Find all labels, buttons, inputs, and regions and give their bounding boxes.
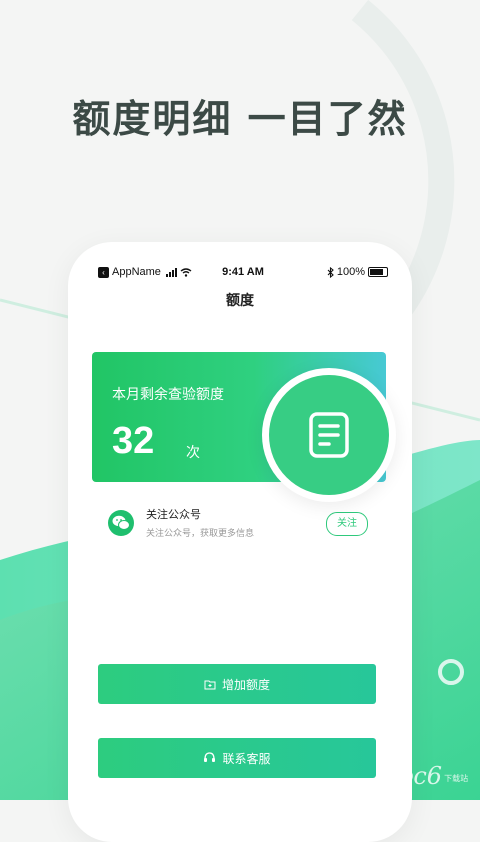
page-headline: 额度明细 一目了然 bbox=[72, 97, 408, 141]
contact-service-button[interactable]: 联系客服 bbox=[98, 738, 376, 778]
bluetooth-icon bbox=[327, 266, 334, 278]
follow-button[interactable]: 关注 bbox=[326, 512, 368, 536]
status-bar: ‹ AppName 9:41 AM 100% bbox=[98, 264, 388, 284]
follow-title: 关注公众号 bbox=[146, 508, 201, 521]
contact-service-label: 联系客服 bbox=[222, 751, 271, 766]
add-quota-button[interactable]: 增加额度 bbox=[98, 664, 376, 704]
quota-count: 32 bbox=[112, 420, 155, 462]
watermark-main: pc6 bbox=[398, 762, 443, 790]
battery-percent: 100% bbox=[336, 266, 365, 278]
follow-official-account-row: 关注公众号 关注公众号，获取更多信息 关注 bbox=[108, 504, 368, 544]
phone-mockup: ‹ AppName 9:41 AM 100% 额度 本月剩余查验额度 32 次 … bbox=[68, 242, 412, 842]
document-badge bbox=[262, 368, 396, 502]
follow-subtitle: 关注公众号，获取更多信息 bbox=[146, 529, 255, 539]
folder-plus-icon bbox=[204, 680, 216, 689]
watermark-logo: pc6 下载站 bbox=[398, 762, 468, 790]
wechat-icon bbox=[108, 510, 134, 536]
quota-label: 本月剩余查验额度 bbox=[112, 387, 224, 403]
document-icon bbox=[309, 412, 349, 458]
headset-icon bbox=[204, 752, 216, 762]
battery-icon bbox=[368, 267, 388, 277]
watermark-small: 下载站 bbox=[444, 774, 469, 783]
nav-title: 额度 bbox=[226, 293, 254, 309]
quota-unit: 次 bbox=[186, 445, 200, 461]
add-quota-label: 增加额度 bbox=[221, 677, 270, 692]
